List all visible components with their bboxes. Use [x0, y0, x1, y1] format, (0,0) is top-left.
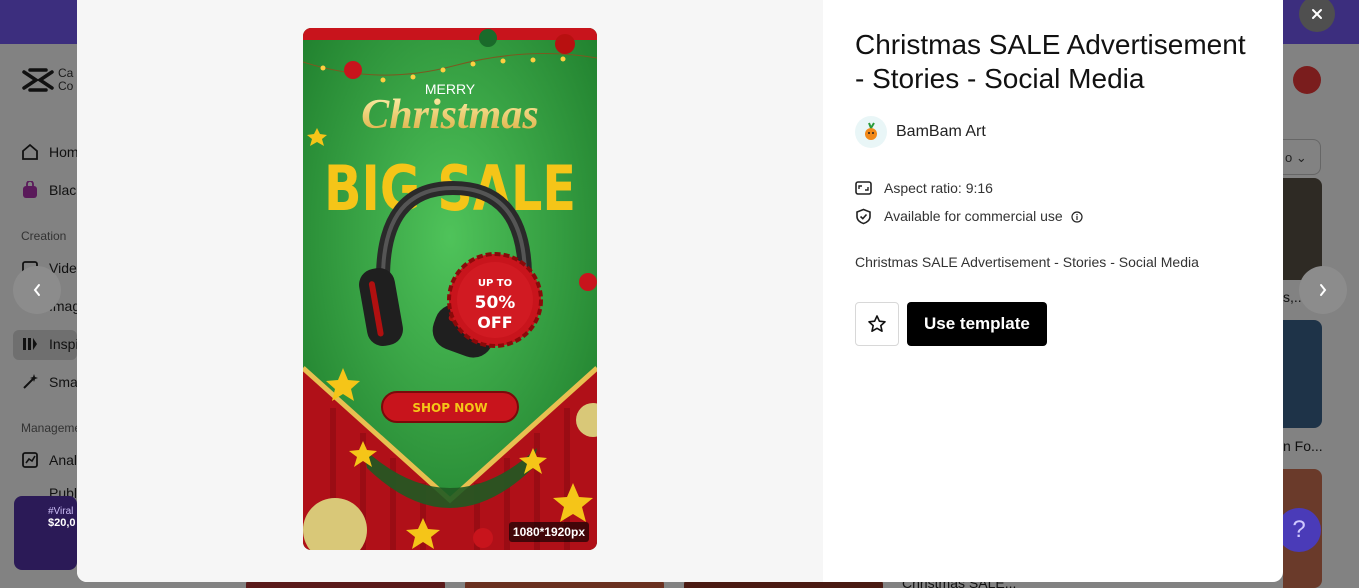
next-button[interactable] [1299, 266, 1347, 314]
shield-check-icon [856, 208, 871, 224]
aspect-ratio-icon [855, 181, 872, 195]
image-size-badge: 1080*1920px [508, 522, 589, 542]
help-icon[interactable]: ? [1277, 508, 1321, 552]
sidebar-item-smart[interactable]: Smart [21, 372, 77, 392]
template-caption: n Fo... [1283, 438, 1323, 454]
action-bar: Use template [855, 302, 1255, 346]
close-icon [1312, 9, 1322, 19]
sidebar-item-home[interactable]: Home [21, 142, 77, 162]
template-info-panel: Christmas SALE Advertisement - Stories -… [855, 28, 1255, 346]
author-row[interactable]: BamBam Art [855, 116, 1255, 148]
promo-amount: $20,0 [48, 517, 76, 529]
poster-percent-text: 50% [475, 293, 516, 313]
sort-select[interactable]: o ⌄ [1283, 139, 1321, 175]
poster-up-to-text: UP TO [478, 278, 512, 289]
avatar[interactable] [1293, 66, 1321, 94]
template-meta: Aspect ratio: 9:16 Available for commerc… [855, 174, 1255, 230]
promo-card[interactable]: #Viral $20,0 [14, 496, 77, 570]
template-thumbnail[interactable] [1283, 178, 1322, 280]
template-description: Christmas SALE Advertisement - Stories -… [855, 254, 1199, 270]
section-creation: Creation [21, 229, 67, 243]
app-logo-icon[interactable] [22, 68, 54, 94]
sidebar-item-label: Black [49, 182, 77, 198]
section-management: Management [21, 421, 77, 435]
sort-select-value: o [1285, 150, 1293, 165]
commercial-use-row: Available for commercial use [855, 202, 1255, 230]
previous-button[interactable] [13, 266, 61, 314]
template-thumbnail[interactable] [1283, 320, 1322, 428]
wand-icon [21, 373, 39, 391]
chevron-right-icon [1320, 284, 1327, 296]
sidebar-item-label: Inspiration [49, 336, 77, 352]
info-icon[interactable] [1071, 211, 1083, 223]
author-name[interactable]: BamBam Art [896, 123, 986, 141]
poster-shop-now-text: SHOP NOW [412, 401, 487, 415]
preview-pane: MERRY Christmas BIG SALE UP TO 50% OFF S… [77, 0, 823, 582]
poster-christmas-text: Christmas [361, 92, 538, 138]
chevron-left-icon [33, 284, 40, 296]
christmas-sale-poster: MERRY Christmas BIG SALE UP TO 50% OFF S… [303, 28, 597, 550]
star-icon [868, 315, 886, 332]
sidebar-item-label: Smart [49, 374, 77, 390]
sidebar-item-black[interactable]: Black [21, 180, 77, 200]
sidebar-item-analytics[interactable]: Analytics [21, 450, 77, 470]
template-title: Christmas SALE Advertisement - Stories -… [855, 29, 1246, 94]
sidebar-item-label: Analytics [49, 452, 77, 468]
template-preview-image: MERRY Christmas BIG SALE UP TO 50% OFF S… [303, 28, 597, 550]
chart-icon [21, 451, 39, 469]
bag-icon [21, 181, 39, 199]
commercial-use-text: Available for commercial use [884, 208, 1063, 224]
promo-tag: #Viral [48, 506, 74, 517]
aspect-ratio-row: Aspect ratio: 9:16 [855, 174, 1255, 202]
aspect-ratio-text: Aspect ratio: 9:16 [884, 180, 993, 196]
discount-badge: UP TO 50% OFF [447, 252, 543, 348]
use-template-button[interactable]: Use template [907, 302, 1047, 346]
chevron-down-icon: ⌄ [1295, 150, 1307, 165]
author-avatar-icon [855, 116, 887, 148]
favorite-button[interactable] [855, 302, 899, 346]
sidebar-item-label: Home [49, 144, 77, 160]
shop-now-button-graphic: SHOP NOW [381, 391, 519, 423]
template-detail-modal: MERRY Christmas BIG SALE UP TO 50% OFF S… [77, 0, 1283, 582]
poster-off-text: OFF [477, 313, 512, 332]
sidebar-item-inspiration[interactable]: Inspiration [21, 334, 77, 354]
inspiration-icon [21, 335, 39, 353]
home-icon [21, 143, 39, 161]
